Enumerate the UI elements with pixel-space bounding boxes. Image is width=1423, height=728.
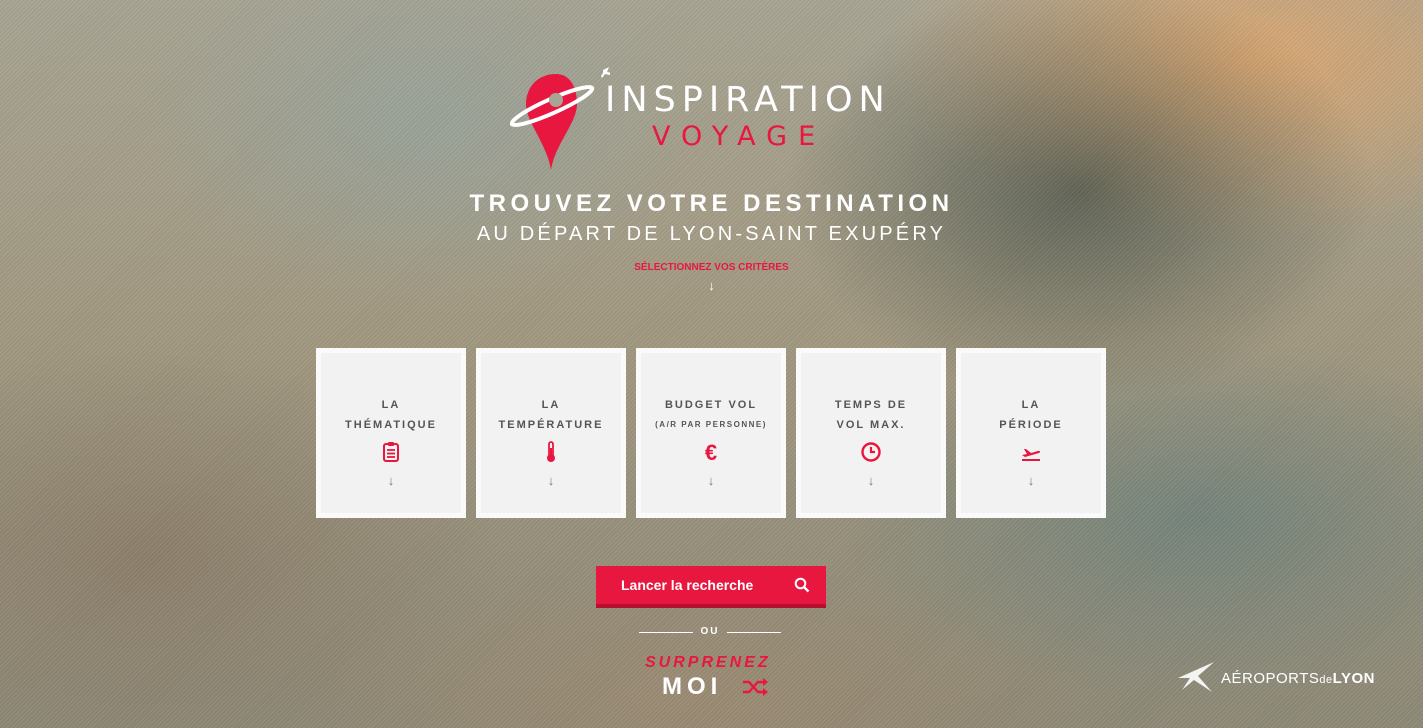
svg-text:€: €	[705, 441, 717, 463]
down-arrow-icon: ↓	[1027, 473, 1035, 488]
clock-icon	[861, 442, 881, 462]
shuffle-icon	[743, 678, 768, 696]
card-title: TEMPS DE VOL MAX.	[834, 399, 908, 431]
partner-name: AÉROPORTSdeLYON	[1221, 670, 1375, 687]
aeroports-de-lyon-logo[interactable]: AÉROPORTSdeLYON	[1176, 658, 1376, 698]
down-arrow-icon: ↓	[387, 473, 395, 488]
page-subheadline: AU DÉPART DE LYON-SAINT EXUPÉRY	[476, 223, 947, 245]
euro-icon: €	[705, 441, 717, 463]
down-arrow-icon: ↓	[547, 473, 555, 488]
card-title: BUDGET VOL (A/R PAR PERSONNE)	[655, 399, 767, 429]
surprise-line2: MOI	[662, 673, 723, 700]
star-plane-icon	[1178, 662, 1214, 692]
criteria-card-budget[interactable]: BUDGET VOL (A/R PAR PERSONNE) € ↓	[636, 348, 786, 518]
down-arrow-icon: ↓	[708, 278, 715, 293]
card-title: LA TEMPÉRATURE	[498, 399, 604, 431]
surprise-line1: SURPRENEZ	[645, 654, 771, 671]
criteria-card-flight-time[interactable]: TEMPS DE VOL MAX. ↓	[796, 348, 946, 518]
page-headline: TROUVEZ VOTRE DESTINATION	[469, 190, 954, 217]
logo-title-line1: INSPIRATION	[605, 80, 891, 120]
map-pin-plane-icon	[510, 67, 610, 170]
criteria-card-temperature[interactable]: LA TEMPÉRATURE ↓	[476, 348, 626, 518]
criteria-hint: SÉLECTIONNEZ VOS CRITÈRES	[634, 262, 789, 273]
card-title: LA PÉRIODE	[999, 399, 1063, 431]
plane-takeoff-icon	[1022, 449, 1041, 461]
criteria-card-thematique[interactable]: LA THÉMATIQUE ↓	[316, 348, 466, 518]
search-button[interactable]: Lancer la recherche	[596, 566, 826, 608]
search-button-label: Lancer la recherche	[621, 577, 754, 593]
divider	[727, 632, 781, 633]
search-icon	[794, 577, 810, 593]
surprise-me-button[interactable]: SURPRENEZ MOI	[640, 652, 790, 702]
or-separator: OU	[639, 625, 781, 639]
logo-title-line2: VOYAGE	[652, 121, 827, 152]
clipboard-icon	[383, 442, 399, 462]
down-arrow-icon: ↓	[867, 473, 875, 488]
site-logo[interactable]: INSPIRATION VOYAGE	[510, 66, 920, 176]
thermometer-icon	[547, 441, 555, 462]
criteria-card-period[interactable]: LA PÉRIODE ↓	[956, 348, 1106, 518]
card-title: LA THÉMATIQUE	[345, 399, 437, 431]
down-arrow-icon: ↓	[707, 473, 715, 488]
